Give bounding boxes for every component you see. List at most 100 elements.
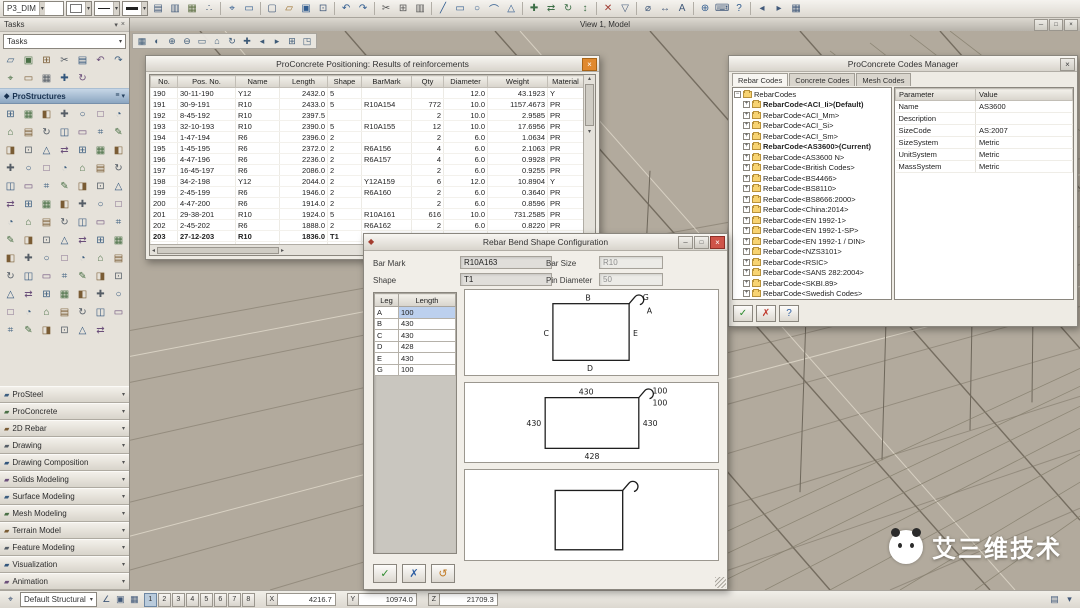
view-next-icon[interactable]: ▸ [270, 35, 284, 47]
models-icon[interactable]: ▤ [150, 1, 166, 17]
tree-item[interactable]: +RebarCode<NZS3101> [734, 247, 890, 258]
tool-icon[interactable]: ▭ [92, 214, 109, 231]
tree-item[interactable]: +RebarCode<AS3600 N> [734, 152, 890, 163]
window-area-icon[interactable]: ▭ [195, 35, 209, 47]
expand-icon[interactable]: + [743, 238, 750, 245]
tool-icon[interactable]: ○ [20, 160, 37, 177]
scroll-down-icon[interactable]: ▾ [588, 128, 591, 135]
parameter-row[interactable]: MassSystemMetric [896, 161, 1073, 173]
scroll-up-icon[interactable]: ▴ [588, 75, 591, 82]
view-toggle-8[interactable]: 8 [242, 593, 255, 607]
tool-icon[interactable]: ⇄ [2, 196, 19, 213]
parameter-row[interactable]: Description [896, 113, 1073, 125]
element-selection-status-icon[interactable]: ⌖ [4, 593, 17, 606]
tool-icon[interactable]: ✚ [74, 196, 91, 213]
tool-icon[interactable]: ⇄ [20, 286, 37, 303]
panel-close-icon[interactable]: × [121, 21, 125, 29]
tool-icon[interactable]: △ [110, 178, 127, 195]
sidebar-section-surface-modeling[interactable]: ▰Surface Modeling▾ [0, 488, 129, 505]
bar-mark-field[interactable]: R10A163 [460, 256, 552, 269]
tool-icon[interactable]: ▦ [38, 196, 55, 213]
expand-icon[interactable]: + [743, 259, 750, 266]
tool-icon[interactable]: ▭ [74, 124, 91, 141]
expand-icon[interactable]: + [743, 185, 750, 192]
tool-icon[interactable]: ◧ [38, 106, 55, 123]
expand-icon[interactable]: + [743, 143, 750, 150]
sidebar-section-feature-modeling[interactable]: ▰Feature Modeling▾ [0, 539, 129, 556]
element-selection-icon[interactable]: ⌖ [224, 1, 240, 17]
clip-volume-icon[interactable]: ◳ [300, 35, 314, 47]
close-icon[interactable]: × [1060, 58, 1075, 71]
column-header[interactable]: Pos. No. [178, 76, 236, 88]
shape-field[interactable]: T1 [460, 273, 552, 286]
tool-icon[interactable]: ⌗ [38, 178, 55, 195]
z-coord-value[interactable]: 21709.3 [440, 593, 498, 606]
leg-length-grid[interactable]: LegLengthA100B430C430D428E430G100 [373, 292, 457, 554]
tool-icon[interactable]: ○ [74, 106, 91, 123]
prostructures-group-header[interactable]: ◆ ProStructures ≡ ▾ [0, 88, 129, 104]
tree-item[interactable]: +RebarCode<EN 1992-1> [734, 215, 890, 226]
rotate-icon[interactable]: ↻ [560, 1, 576, 17]
active-color-combo[interactable]: ▾ [66, 1, 92, 16]
tool-icon[interactable]: ◔ [74, 250, 91, 267]
sidebar-section-2d-rebar[interactable]: ▰2D Rebar▾ [0, 420, 129, 437]
scrollbar-thumb[interactable] [157, 247, 279, 254]
pin-diameter-field[interactable]: 50 [599, 273, 663, 286]
tool-icon[interactable]: ↻ [74, 70, 91, 87]
message-center-icon[interactable]: ▤ [1048, 593, 1061, 606]
tool-icon[interactable]: ▱ [2, 52, 19, 69]
column-header[interactable]: Parameter [896, 89, 976, 101]
view-toggle-7[interactable]: 7 [228, 593, 241, 607]
tool-icon[interactable]: ◨ [2, 142, 19, 159]
tree-item[interactable]: +RebarCode<China:2014> [734, 205, 890, 216]
tree-item[interactable]: +RebarCode<ACI_Ii>(Default) [734, 100, 890, 111]
tool-icon[interactable]: ⇄ [92, 322, 109, 339]
place-line-icon[interactable]: ╱ [435, 1, 451, 17]
open-file-icon[interactable]: ▱ [281, 1, 297, 17]
view-previous-icon[interactable]: ◂ [255, 35, 269, 47]
tool-icon[interactable]: ▦ [20, 106, 37, 123]
collapse-icon[interactable]: − [734, 91, 741, 98]
tool-icon[interactable]: ◨ [20, 232, 37, 249]
parameter-row[interactable]: SizeCodeAS:2007 [896, 125, 1073, 137]
view-toggle-2[interactable]: 2 [158, 593, 171, 607]
tool-icon[interactable]: ✚ [20, 250, 37, 267]
tool-icon[interactable]: ◧ [74, 286, 91, 303]
tool-icon[interactable]: □ [56, 250, 73, 267]
column-header[interactable]: Diameter [444, 76, 488, 88]
save-icon[interactable]: ▣ [298, 1, 314, 17]
expand-icon[interactable]: + [743, 112, 750, 119]
tool-icon[interactable]: ↷ [110, 52, 127, 69]
tool-icon[interactable]: ◔ [56, 160, 73, 177]
point-cloud-icon[interactable]: ∴ [201, 1, 217, 17]
tool-icon[interactable]: ◔ [2, 214, 19, 231]
tool-icon[interactable]: ○ [92, 196, 109, 213]
tool-icon[interactable]: ▦ [56, 286, 73, 303]
tool-icon[interactable]: ⇄ [56, 142, 73, 159]
sidebar-section-drawing[interactable]: ▰Drawing▾ [0, 437, 129, 454]
x-coordinate[interactable]: X 4216.7 [266, 593, 336, 606]
tool-icon[interactable]: ✚ [92, 286, 109, 303]
tool-icon[interactable]: ◨ [92, 268, 109, 285]
column-header[interactable]: Shape [328, 76, 362, 88]
view-maximize-icon[interactable]: □ [1049, 19, 1063, 31]
snaps-icon[interactable]: ∠ [100, 593, 113, 606]
expand-icon[interactable]: + [743, 269, 750, 276]
measure-icon[interactable]: ⌀ [640, 1, 656, 17]
tool-icon[interactable]: ✎ [56, 178, 73, 195]
undo-icon[interactable]: ↶ [338, 1, 354, 17]
expand-icon[interactable]: + [743, 122, 750, 129]
table-row[interactable]: 1964-47-196R62236.02R6A15746.00.9928PR [151, 154, 584, 165]
delete-icon[interactable]: ✕ [600, 1, 616, 17]
help-icon[interactable]: ? [731, 1, 747, 17]
tasks-panel-titlebar[interactable]: Tasks ▾ × [0, 18, 129, 32]
y-coord-value[interactable]: 10974.0 [359, 593, 417, 606]
column-header[interactable]: Qty [412, 76, 444, 88]
view-toggle-3[interactable]: 3 [172, 593, 185, 607]
tab-mesh-codes[interactable]: Mesh Codes [856, 73, 910, 86]
leg-row[interactable]: G100 [375, 364, 456, 376]
tree-item[interactable]: +RebarCode<BS4466> [734, 173, 890, 184]
scroll-right-icon[interactable]: ▸ [281, 247, 284, 254]
tool-icon[interactable]: ○ [110, 286, 127, 303]
active-settings-combo[interactable]: Default Structural ▾ [20, 592, 97, 607]
